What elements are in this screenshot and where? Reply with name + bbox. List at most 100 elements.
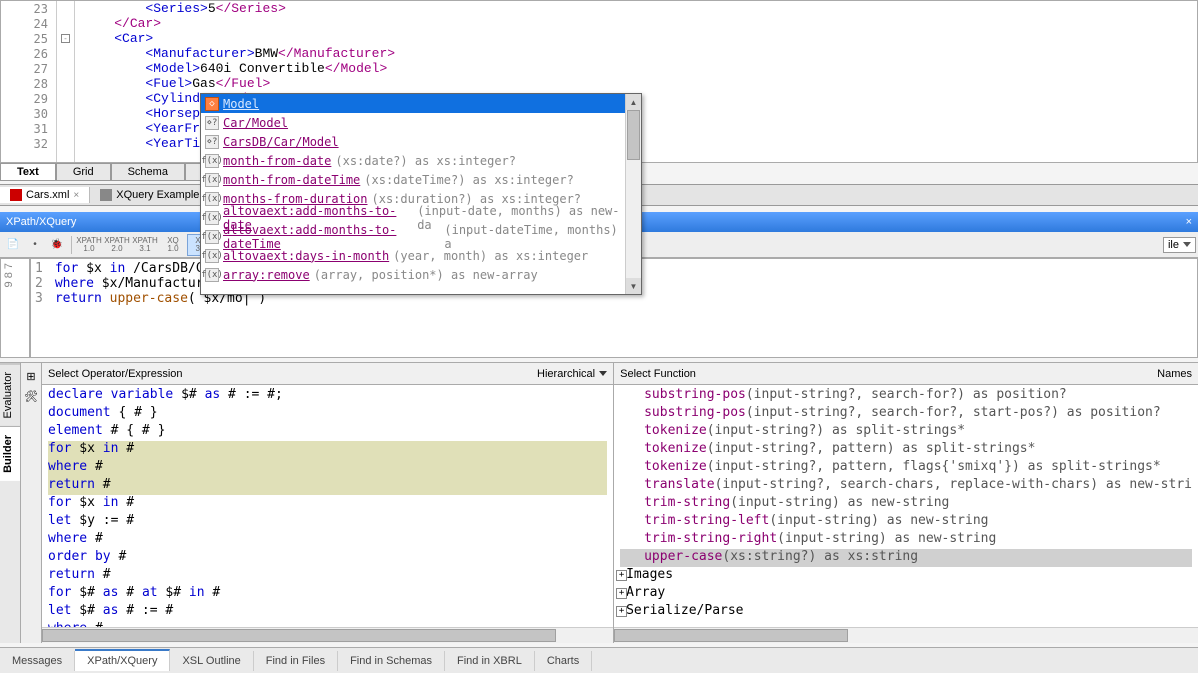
fold-marker[interactable]: -	[57, 31, 74, 46]
bottom-tab[interactable]: Find in XBRL	[445, 651, 535, 671]
bottom-tab[interactable]: Find in Files	[254, 651, 338, 671]
mode-button[interactable]: XQ1.0	[159, 234, 187, 256]
operator-item[interactable]: let $y := #	[48, 513, 607, 531]
function-column-label: Names	[1157, 368, 1192, 380]
function-item[interactable]: substring-pos(input-string?, search-for?…	[620, 387, 1192, 405]
fold-marker[interactable]	[57, 1, 74, 16]
expand-icon[interactable]: ⊞	[22, 367, 40, 385]
fold-marker[interactable]	[57, 76, 74, 91]
function-item[interactable]: trim-string-left(input-string) as new-st…	[620, 513, 1192, 531]
function-item[interactable]: tokenize(input-string?, pattern) as spli…	[620, 441, 1192, 459]
bottom-tab[interactable]: Charts	[535, 651, 592, 671]
completion-name: CarsDB/Car/Model	[223, 135, 339, 149]
operator-item[interactable]: return #	[48, 477, 607, 495]
scrollbar-horizontal[interactable]	[614, 627, 1198, 643]
completion-name: array:remove	[223, 268, 310, 282]
completion-icon: f(x)	[205, 268, 219, 282]
autocomplete-item[interactable]: f(x)month-from-dateTime(xs:dateTime?) as…	[201, 170, 625, 189]
view-tab-grid[interactable]: Grid	[56, 163, 111, 180]
function-item[interactable]: trim-string-right(input-string) as new-s…	[620, 531, 1192, 549]
tools-icon[interactable]: 🛠	[22, 387, 40, 405]
function-item[interactable]: upper-case(xs:string?) as xs:string	[620, 549, 1192, 567]
operator-pane: Select Operator/Expression Hierarchical …	[42, 363, 614, 643]
debug-icon[interactable]: 🐞	[46, 234, 68, 256]
line-number: 32	[1, 136, 56, 151]
completion-icon: f(x)	[205, 173, 219, 187]
function-item[interactable]: trim-string(input-string) as new-string	[620, 495, 1192, 513]
view-tab-schema[interactable]: Schema	[111, 163, 185, 180]
operator-item[interactable]: where #	[48, 531, 607, 549]
line-number: 30	[1, 106, 56, 121]
fold-marker[interactable]	[57, 46, 74, 61]
mode-button[interactable]: XPATH3.1	[131, 234, 159, 256]
completion-icon: f(x)	[205, 249, 219, 263]
function-item[interactable]: substring-pos(input-string?, search-for?…	[620, 405, 1192, 423]
fold-marker[interactable]	[57, 91, 74, 106]
tree-node[interactable]: Array	[620, 585, 1192, 603]
side-icons: ⊞ 🛠	[21, 363, 42, 643]
bullet-icon[interactable]: •	[24, 234, 46, 256]
completion-name: Car/Model	[223, 116, 288, 130]
code-line[interactable]: <Fuel>Gas</Fuel>	[83, 76, 1197, 91]
autocomplete-item[interactable]: ◇Model	[201, 94, 625, 113]
operator-item[interactable]: order by #	[48, 549, 607, 567]
bottom-tab[interactable]: XPath/XQuery	[75, 649, 170, 671]
snippet-icon[interactable]: 📄	[2, 234, 24, 256]
mode-button[interactable]: XPATH1.0	[75, 234, 103, 256]
view-tab-text[interactable]: Text	[0, 163, 56, 180]
scrollbar-horizontal[interactable]	[42, 627, 613, 643]
side-tabs: EvaluatorBuilder	[0, 363, 21, 643]
operator-item[interactable]: return #	[48, 567, 607, 585]
code-line[interactable]: <Model>640i Convertible</Model>	[83, 61, 1197, 76]
side-tab-builder[interactable]: Builder	[0, 426, 20, 481]
code-line[interactable]: <Car>	[83, 31, 1197, 46]
mode-button[interactable]: XPATH2.0	[103, 234, 131, 256]
bottom-tab[interactable]: Find in Schemas	[338, 651, 445, 671]
autocomplete-item[interactable]: f(x)altovaext:add-months-to-dateTime(inp…	[201, 227, 625, 246]
scope-dropdown-label: ile	[1168, 239, 1179, 251]
operator-item[interactable]: for $# as # at $# in #	[48, 585, 607, 603]
fold-marker[interactable]	[57, 16, 74, 31]
operator-item[interactable]: element # { # }	[48, 423, 607, 441]
tree-node[interactable]: Serialize/Parse	[620, 603, 1192, 621]
operator-item[interactable]: for $x in #	[48, 441, 607, 459]
completion-icon: f(x)	[205, 211, 219, 225]
function-pane-title: Select Function	[620, 368, 696, 380]
fold-marker[interactable]	[57, 106, 74, 121]
autocomplete-item[interactable]: ⋄?Car/Model	[201, 113, 625, 132]
autocomplete-item[interactable]: f(x)altovaext:days-in-month(year, month)…	[201, 246, 625, 265]
completion-name: month-from-date	[223, 154, 331, 168]
autocomplete-item[interactable]: f(x)array:remove(array, position*) as ne…	[201, 265, 625, 284]
autocomplete-item[interactable]: ⋄? CarsDB/Car/Model	[201, 132, 625, 151]
code-line[interactable]: <Manufacturer>BMW</Manufacturer>	[83, 46, 1197, 61]
scope-dropdown[interactable]: ile	[1163, 237, 1196, 253]
code-line[interactable]: <Series>5</Series>	[83, 1, 1197, 16]
bottom-tab[interactable]: XSL Outline	[170, 651, 253, 671]
chevron-down-icon[interactable]	[599, 371, 607, 376]
operator-item[interactable]: document { # }	[48, 405, 607, 423]
xpath-title-label: XPath/XQuery	[6, 216, 76, 228]
function-item[interactable]: tokenize(input-string?, pattern, flags{'…	[620, 459, 1192, 477]
bottom-tab[interactable]: Messages	[0, 651, 75, 671]
close-icon[interactable]: ×	[1186, 216, 1192, 228]
line-number: 24	[1, 16, 56, 31]
function-item[interactable]: tokenize(input-string?) as split-strings…	[620, 423, 1192, 441]
operator-item[interactable]: declare variable $# as # := #;	[48, 387, 607, 405]
fold-marker[interactable]	[57, 136, 74, 151]
close-icon[interactable]: ×	[73, 190, 79, 201]
completion-icon: ⋄?	[205, 135, 219, 149]
completion-icon: f(x)	[205, 154, 219, 168]
side-tab-evaluator[interactable]: Evaluator	[0, 363, 20, 426]
scrollbar[interactable]: ▲ ▼	[625, 94, 641, 294]
operator-item[interactable]: where #	[48, 459, 607, 477]
function-item[interactable]: translate(input-string?, search-chars, r…	[620, 477, 1192, 495]
operator-item[interactable]: let $# as # := #	[48, 603, 607, 621]
fold-marker[interactable]	[57, 61, 74, 76]
autocomplete-item[interactable]: f(x)month-from-date(xs:date?) as xs:inte…	[201, 151, 625, 170]
file-tab[interactable]: Cars.xml×	[0, 187, 90, 203]
operator-item[interactable]: for $x in #	[48, 495, 607, 513]
line-number-gutter: 23242526272829303132	[1, 1, 57, 162]
code-line[interactable]: </Car>	[83, 16, 1197, 31]
fold-marker[interactable]	[57, 121, 74, 136]
tree-node[interactable]: Images	[620, 567, 1192, 585]
